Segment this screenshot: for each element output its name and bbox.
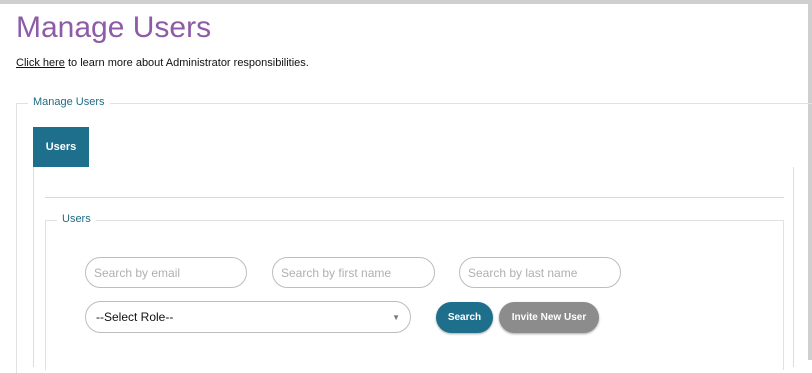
chevron-down-icon: ▼ xyxy=(392,312,400,322)
panel-divider xyxy=(45,197,784,198)
search-first-name-input[interactable] xyxy=(272,257,435,288)
role-select-value: --Select Role-- xyxy=(96,310,174,324)
intro-text: Click here to learn more about Administr… xyxy=(16,56,309,70)
invite-new-user-button[interactable]: Invite New User xyxy=(499,302,599,333)
page-title: Manage Users xyxy=(16,11,212,44)
role-select[interactable]: --Select Role-- ▼ xyxy=(85,301,411,333)
learn-more-link[interactable]: Click here xyxy=(16,57,65,69)
search-last-name-input[interactable] xyxy=(459,257,621,288)
users-fieldset xyxy=(45,220,784,370)
users-legend: Users xyxy=(57,213,96,226)
manage-users-legend: Manage Users xyxy=(28,96,110,109)
search-email-input[interactable] xyxy=(85,257,247,288)
tab-users[interactable]: Users xyxy=(33,127,89,167)
search-button[interactable]: Search xyxy=(436,302,493,333)
intro-description: to learn more about Administrator respon… xyxy=(64,57,309,69)
